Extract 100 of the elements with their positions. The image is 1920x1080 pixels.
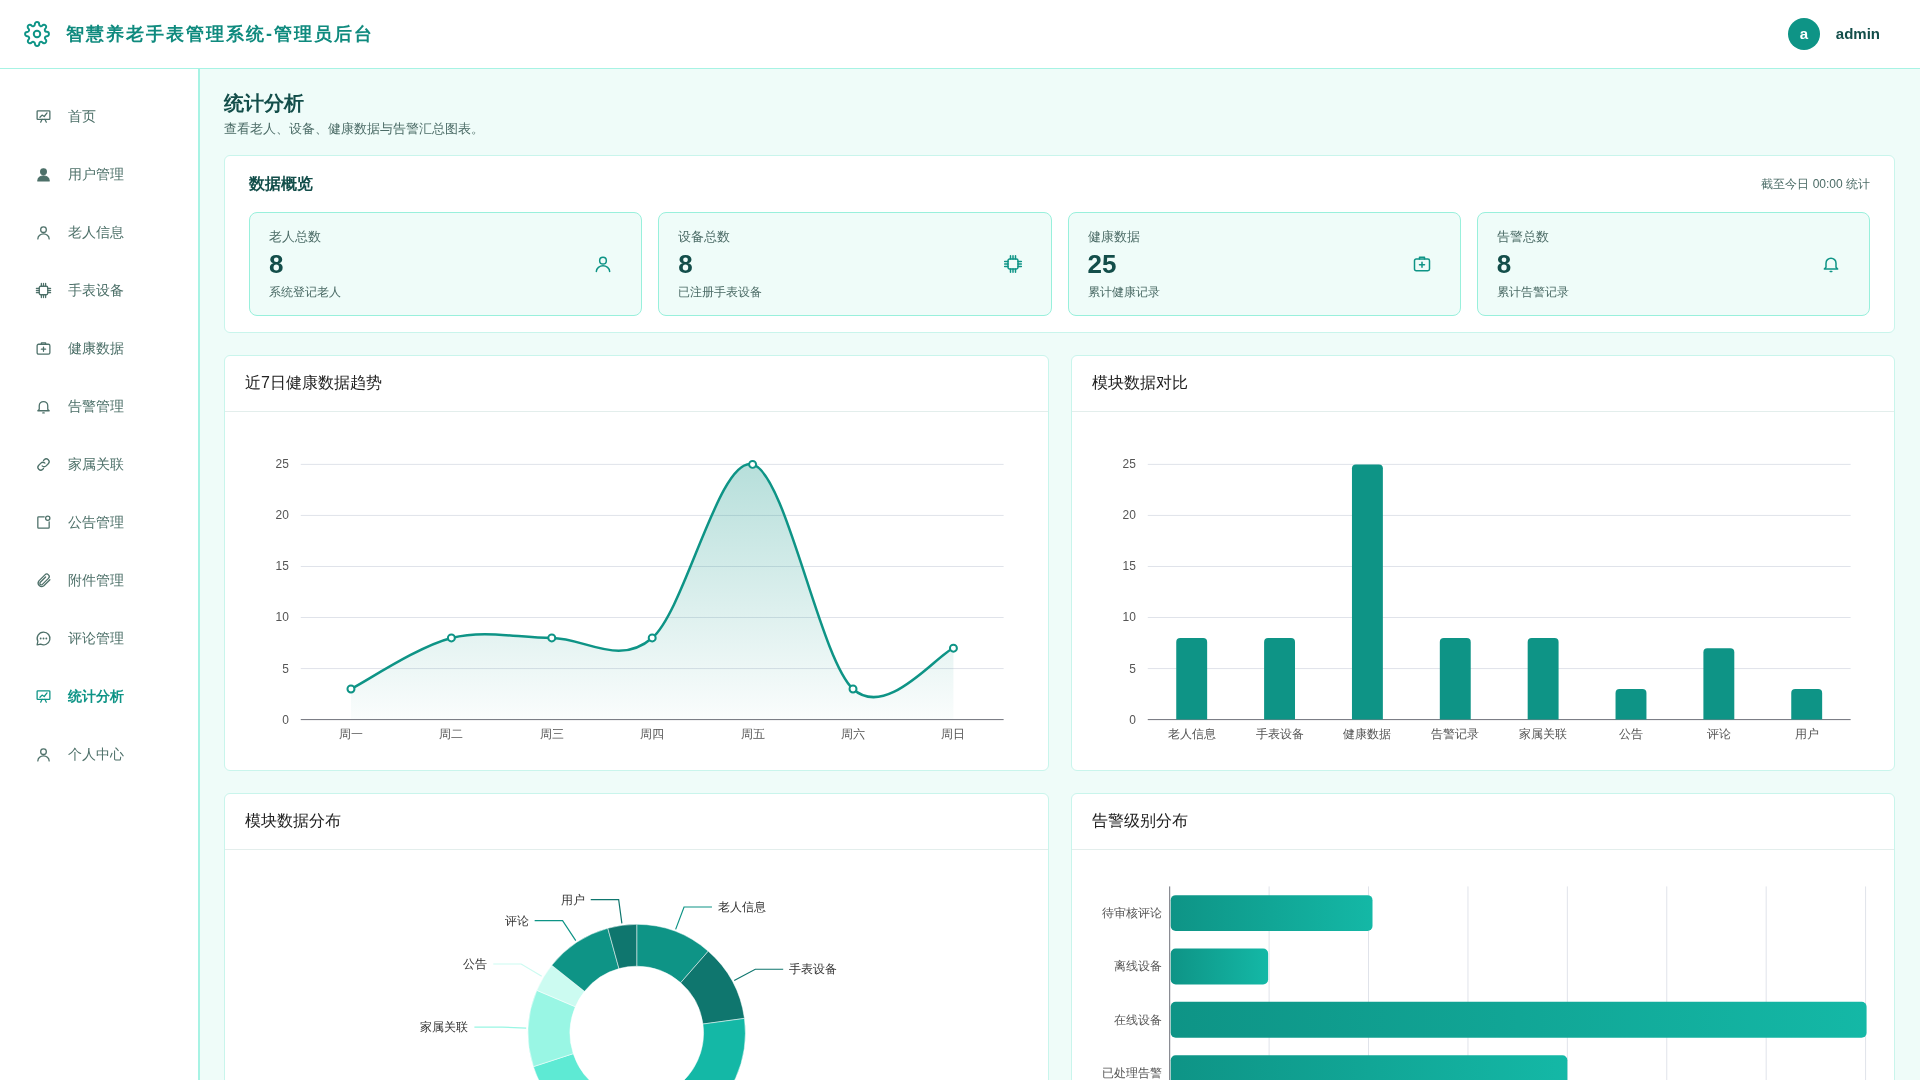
axis-label: 周四 — [640, 726, 665, 741]
leader-line — [675, 906, 713, 930]
axis-label: 10 — [275, 610, 289, 625]
sidebar-item[interactable]: 附件管理 — [0, 551, 198, 609]
stat-value: 8 — [269, 250, 285, 279]
user-avatar[interactable]: a — [1787, 18, 1820, 50]
axis-label: 手表设备 — [1255, 726, 1304, 741]
stat-caption: 已注册手表设备 — [678, 283, 763, 301]
paperclip-icon — [35, 571, 52, 589]
bar — [1790, 688, 1822, 720]
section-title: 数据概览 — [249, 173, 313, 194]
sidebar-item[interactable]: 老人信息 — [0, 203, 198, 261]
sidebar-item[interactable]: 告警管理 — [0, 377, 198, 435]
axis-label: 15 — [1122, 559, 1136, 574]
axis-label: 5 — [1128, 661, 1136, 676]
axis-label: 健康数据 — [1342, 726, 1391, 741]
person-icon — [35, 165, 52, 183]
axis-label: 周二 — [439, 726, 464, 741]
axis-label: 离线设备 — [1113, 959, 1162, 973]
stat-value: 8 — [678, 250, 694, 279]
axis-label: 20 — [1122, 508, 1136, 522]
sidebar-item[interactable]: 统计分析 — [0, 667, 198, 725]
axis-label: 周六 — [841, 726, 865, 741]
axis-label: 0 — [282, 712, 289, 727]
sidebar-item[interactable]: 首页 — [0, 87, 198, 145]
chart-board-icon — [35, 687, 52, 705]
sidebar-item[interactable]: 评论管理 — [0, 609, 198, 667]
leader-line — [733, 968, 784, 981]
stat-caption: 累计健康记录 — [1087, 283, 1160, 301]
axis-label: 10 — [1122, 610, 1136, 625]
stats-note: 截至今日 00:00 统计 — [1761, 175, 1870, 193]
page-subtitle: 查看老人、设备、健康数据与告警汇总图表。 — [224, 120, 485, 138]
data-point — [647, 633, 657, 642]
data-point — [446, 633, 456, 642]
chart-title: 告警级别分布 — [1071, 793, 1894, 850]
axis-label: 5 — [282, 661, 289, 676]
stat-value: 8 — [1496, 250, 1513, 279]
axis-label: 已处理告警 — [1101, 1065, 1162, 1080]
slice-label: 老人信息 — [717, 899, 766, 914]
chart-title: 模块数据分布 — [225, 793, 1048, 850]
axis-label: 公告 — [1618, 726, 1643, 741]
link-icon — [35, 455, 52, 473]
person-icon — [35, 745, 52, 763]
user-name[interactable]: admin — [1835, 22, 1880, 46]
chip-icon — [35, 281, 52, 299]
bar — [1615, 688, 1646, 720]
stat-caption: 累计告警记录 — [1496, 283, 1569, 301]
axis-label: 告警记录 — [1430, 726, 1479, 741]
axis-label: 0 — [1128, 712, 1136, 727]
medical-kit-icon — [35, 339, 52, 357]
axis-label: 15 — [275, 559, 289, 574]
axis-label: 周日 — [941, 726, 966, 741]
app-title: 智慧养老手表管理系统-管理员后台 — [66, 22, 374, 46]
page-title: 统计分析 — [224, 91, 305, 115]
sidebar-item[interactable]: 用户管理 — [0, 145, 198, 203]
chart-title: 模块数据对比 — [1071, 355, 1894, 412]
slice-label: 评论 — [504, 913, 529, 928]
chip-icon — [1002, 253, 1023, 274]
axis-label: 周三 — [539, 726, 564, 741]
stat-value: 25 — [1087, 250, 1118, 279]
stat-caption: 系统登记老人 — [269, 283, 341, 301]
axis-label: 周一 — [338, 726, 363, 741]
stat-label: 老人总数 — [269, 227, 322, 246]
chart-title: 近7日健康数据趋势 — [225, 355, 1048, 412]
sidebar-item[interactable]: 公告管理 — [0, 493, 198, 551]
data-point — [848, 684, 858, 694]
axis-label: 评论 — [1706, 726, 1731, 741]
sidebar-item[interactable]: 健康数据 — [0, 319, 198, 377]
stat-label: 健康数据 — [1087, 227, 1141, 246]
leader-line — [473, 1026, 527, 1029]
chat-icon — [35, 629, 52, 647]
slice-label: 手表设备 — [789, 961, 838, 976]
sidebar-item[interactable]: 家属关联 — [0, 435, 198, 493]
data-point — [547, 633, 557, 642]
axis-label: 在线设备 — [1113, 1012, 1162, 1027]
axis-label: 老人信息 — [1167, 726, 1216, 741]
slice-label: 公告 — [463, 956, 488, 971]
sidebar-item[interactable]: 个人中心 — [0, 725, 198, 783]
settings-icon — [24, 21, 50, 47]
data-point — [948, 643, 958, 653]
leader-line — [534, 919, 577, 941]
slice-label: 家属关联 — [420, 1019, 469, 1034]
axis-label: 25 — [275, 456, 289, 471]
data-point — [748, 459, 758, 469]
stat-label: 设备总数 — [678, 227, 732, 246]
axis-label: 待审核评论 — [1101, 905, 1162, 920]
axis-label: 用户 — [1794, 726, 1819, 741]
axis-label: 25 — [1122, 456, 1136, 471]
leader-line — [590, 898, 623, 924]
chart-board-icon — [35, 107, 52, 125]
sidebar-item[interactable]: 手表设备 — [0, 261, 198, 319]
slice-label: 用户 — [560, 892, 585, 907]
axis-label: 20 — [275, 508, 289, 522]
notice-icon — [35, 513, 52, 531]
axis-label: 周五 — [740, 726, 765, 741]
axis-label: 家属关联 — [1518, 726, 1567, 741]
person-icon — [35, 223, 52, 241]
leader-line — [492, 963, 543, 977]
data-point — [346, 684, 356, 694]
stat-label: 告警总数 — [1496, 227, 1550, 246]
